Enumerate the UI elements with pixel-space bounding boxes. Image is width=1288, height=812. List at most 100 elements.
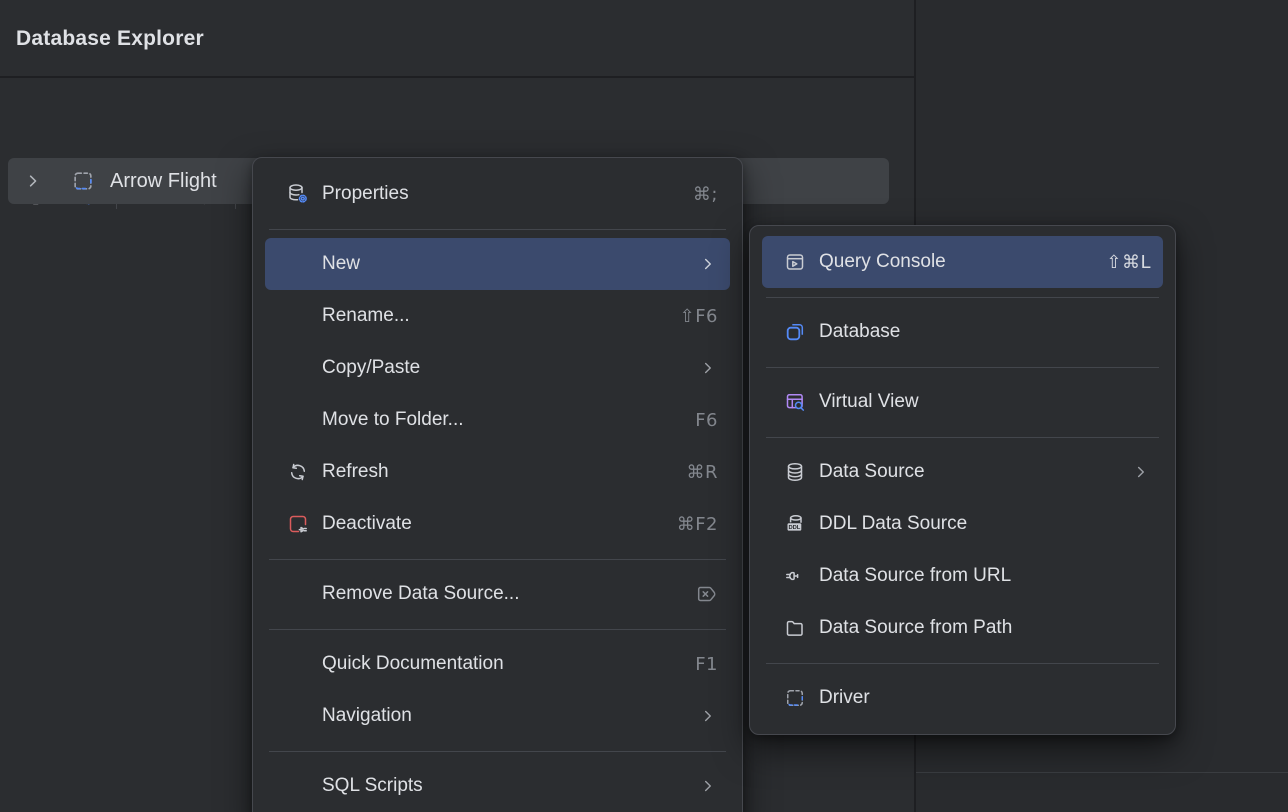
submenu-arrow-icon [698,776,718,796]
menu-item-accessory [698,254,718,274]
menu-item-label: Deactivate [322,513,677,535]
chevron-right-icon[interactable] [22,170,44,192]
panel-header: Database Explorer [0,0,914,78]
menu-item-deactivate[interactable]: Deactivate⌘F2 [265,498,730,550]
menu-item-data-source[interactable]: Data Source [762,446,1163,498]
menu-item-icon-slot [286,774,310,798]
menu-item-label: New [322,253,698,275]
menu-item-move-to-folder[interactable]: Move to Folder...F6 [265,394,730,446]
database-copy-icon [783,320,807,344]
shortcut-label: ⇧⌘L [1106,252,1151,273]
menu-item-accessory [1131,462,1151,482]
deactivate-icon [286,512,310,536]
delete-icon [694,582,718,606]
menu-item-label: Driver [819,687,1151,709]
menu-item-label: DDL Data Source [819,513,1151,535]
context-menu: Properties⌘; New Rename...⇧F6 Copy/Paste Mov… [252,157,743,812]
menu-item-label: Move to Folder... [322,409,695,431]
driver-icon [783,686,807,710]
plug-icon [783,564,807,588]
menu-item-label: Database [819,321,1151,343]
menu-item-accessory [698,776,718,796]
menu-item-accessory: ⇧F6 [680,306,718,327]
folder-icon [783,616,807,640]
driver-icon [70,168,96,194]
menu-item-accessory: ⇧⌘L [1106,252,1151,273]
menu-item-label: Data Source from URL [819,565,1151,587]
menu-item-quick-documentation[interactable]: Quick DocumentationF1 [265,638,730,690]
menu-item-label: Data Source [819,461,1131,483]
database-icon [783,460,807,484]
menu-item-data-source-from-url[interactable]: Data Source from URL [762,550,1163,602]
menu-separator [750,288,1175,306]
menu-item-accessory [694,582,718,606]
menu-item-label: Remove Data Source... [322,583,694,605]
menu-item-label: Navigation [322,705,698,727]
menu-item-remove-data-source[interactable]: Remove Data Source... [265,568,730,620]
menu-item-refresh[interactable]: Refresh⌘R [265,446,730,498]
panel-title: Database Explorer [16,0,204,78]
menu-item-label: Copy/Paste [322,357,698,379]
menu-item-label: Query Console [819,251,1106,273]
menu-item-data-source-from-path[interactable]: Data Source from Path [762,602,1163,654]
shortcut-label: ⌘F2 [677,514,718,535]
menu-item-accessory: F1 [695,654,718,675]
menu-item-label: Virtual View [819,391,1151,413]
menu-item-icon-slot [286,582,310,606]
refresh-icon [286,460,310,484]
menu-separator [253,620,742,638]
svg-text:DDL: DDL [788,525,800,531]
shortcut-label: F6 [695,410,718,431]
datasource-gear-icon [286,182,310,206]
menu-item-label: Quick Documentation [322,653,695,675]
menu-item-icon-slot [286,652,310,676]
virtual-view-icon [783,390,807,414]
menu-item-query-console[interactable]: Query Console⇧⌘L [762,236,1163,288]
submenu-arrow-icon [698,254,718,274]
shortcut-label: ⌘; [693,184,718,205]
submenu-arrow-icon [1131,462,1151,482]
menu-item-label: Properties [322,183,693,205]
submenu-arrow-icon [698,358,718,378]
submenu-arrow-icon [698,706,718,726]
menu-item-accessory: ⌘; [693,184,718,205]
menu-item-icon-slot [286,252,310,276]
menu-item-rename[interactable]: Rename...⇧F6 [265,290,730,342]
menu-item-icon-slot [286,356,310,380]
menu-separator [253,742,742,760]
menu-item-new[interactable]: New [265,238,730,290]
menu-item-label: SQL Scripts [322,775,698,797]
shortcut-label: ⇧F6 [680,306,718,327]
menu-item-label: Rename... [322,305,680,327]
editor-divider [916,772,1288,773]
menu-separator [750,654,1175,672]
shortcut-label: F1 [695,654,718,675]
menu-item-accessory [698,706,718,726]
menu-item-accessory [698,358,718,378]
tree-item-label: Arrow Flight [110,170,217,193]
menu-separator [253,220,742,238]
menu-item-database[interactable]: Database [762,306,1163,358]
menu-item-icon-slot [286,704,310,728]
menu-separator [750,358,1175,376]
menu-item-label: Data Source from Path [819,617,1151,639]
console-icon [783,250,807,274]
menu-item-virtual-view[interactable]: Virtual View [762,376,1163,428]
menu-item-accessory: ⌘R [686,462,718,483]
ddl-datasource-icon: DDL [783,512,807,536]
menu-item-label: Refresh [322,461,686,483]
toolbar: DDL [0,80,914,144]
menu-item-accessory: F6 [695,410,718,431]
menu-item-sql-scripts[interactable]: SQL Scripts [265,760,730,812]
new-submenu: Query Console⇧⌘L Database Virtual View Data… [749,225,1176,735]
menu-item-accessory: ⌘F2 [677,514,718,535]
menu-separator [253,550,742,568]
menu-item-navigation[interactable]: Navigation [265,690,730,742]
shortcut-label: ⌘R [686,462,718,483]
menu-item-properties[interactable]: Properties⌘; [265,168,730,220]
menu-item-icon-slot [286,408,310,432]
menu-item-copy-paste[interactable]: Copy/Paste [265,342,730,394]
menu-item-ddl-data-source[interactable]: DDL DDL Data Source [762,498,1163,550]
menu-item-icon-slot [286,304,310,328]
menu-item-driver[interactable]: Driver [762,672,1163,724]
